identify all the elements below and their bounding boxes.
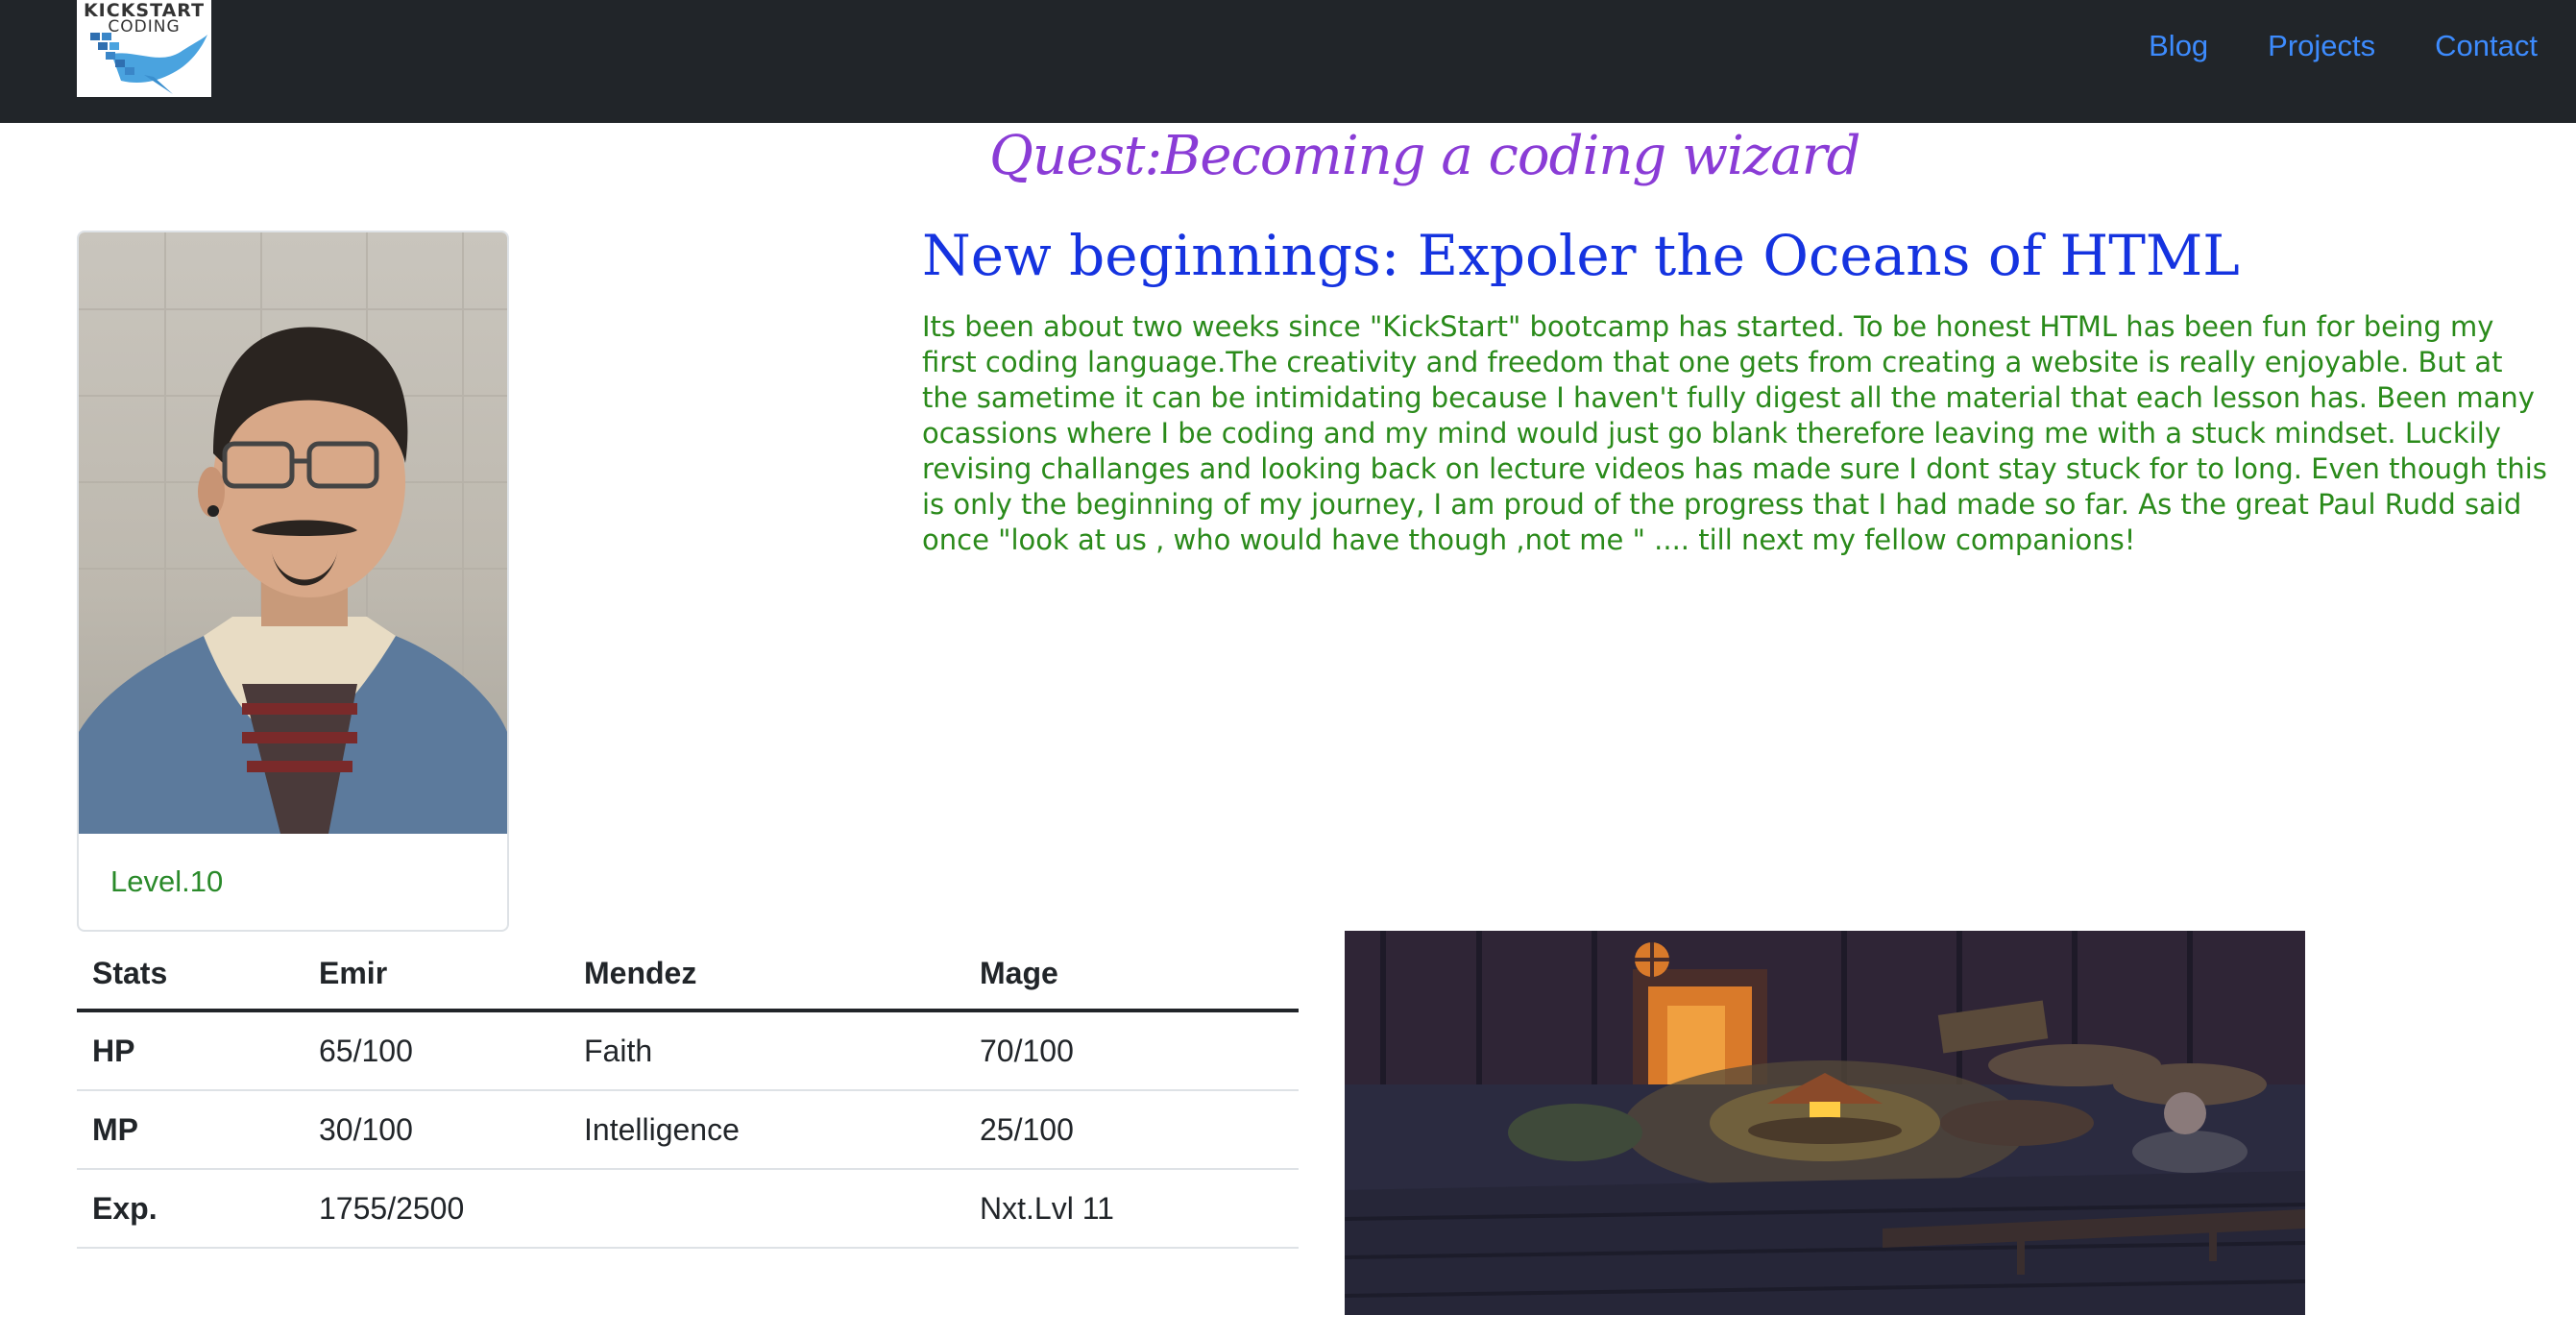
table-cell: 1755/2500 [319, 1190, 465, 1226]
tavern-scene-image [1345, 931, 2305, 1315]
table-cell: Exp. [92, 1190, 158, 1226]
header-stats: Stats [77, 937, 304, 1012]
table-cell: Faith [584, 1033, 653, 1068]
nav-link-contact[interactable]: Contact [2435, 29, 2538, 63]
table-row: Exp. 1755/2500 Nxt.Lvl 11 [77, 1169, 1299, 1248]
header-mage: Mage [964, 937, 1299, 1012]
profile-card: Level.10 [77, 231, 509, 932]
table-cell [569, 1169, 964, 1248]
level-label: Level.10 [110, 864, 224, 898]
table-cell: 70/100 [980, 1033, 1074, 1068]
nav-link-projects[interactable]: Projects [2268, 29, 2375, 63]
avatar-photo [79, 232, 507, 834]
stats-table: Stats Emir Mendez Mage HP 65/100 Faith 7… [77, 937, 1299, 1249]
kickstart-logo[interactable]: KICKSTART CODING [77, 0, 211, 97]
quest-title: Quest:Becoming a coding wizard [989, 125, 1860, 187]
post-body: Its been about two weeks since "KickStar… [922, 310, 2547, 556]
table-cell: 65/100 [319, 1033, 413, 1068]
table-cell: 30/100 [319, 1111, 413, 1147]
header-emir: Emir [304, 937, 569, 1012]
table-cell: 25/100 [980, 1111, 1074, 1147]
table-cell: HP [92, 1033, 135, 1068]
top-navbar: KICKSTART CODING Blog Projects Contact [0, 0, 2576, 123]
header-mendez: Mendez [569, 937, 964, 1012]
nav-links: Blog Projects Contact [2149, 29, 2538, 63]
nav-link-blog[interactable]: Blog [2149, 29, 2208, 63]
table-cell: MP [92, 1111, 138, 1147]
table-row: HP 65/100 Faith 70/100 [77, 1010, 1299, 1090]
post-title: New beginnings: Expoler the Oceans of HT… [922, 223, 2240, 288]
table-row: MP 30/100 Intelligence 25/100 [77, 1090, 1299, 1169]
table-cell: Nxt.Lvl 11 [980, 1190, 1114, 1226]
table-header-row: Stats Emir Mendez Mage [77, 937, 1299, 1012]
table-cell: Intelligence [584, 1111, 740, 1147]
bird-logo-icon [90, 33, 207, 94]
